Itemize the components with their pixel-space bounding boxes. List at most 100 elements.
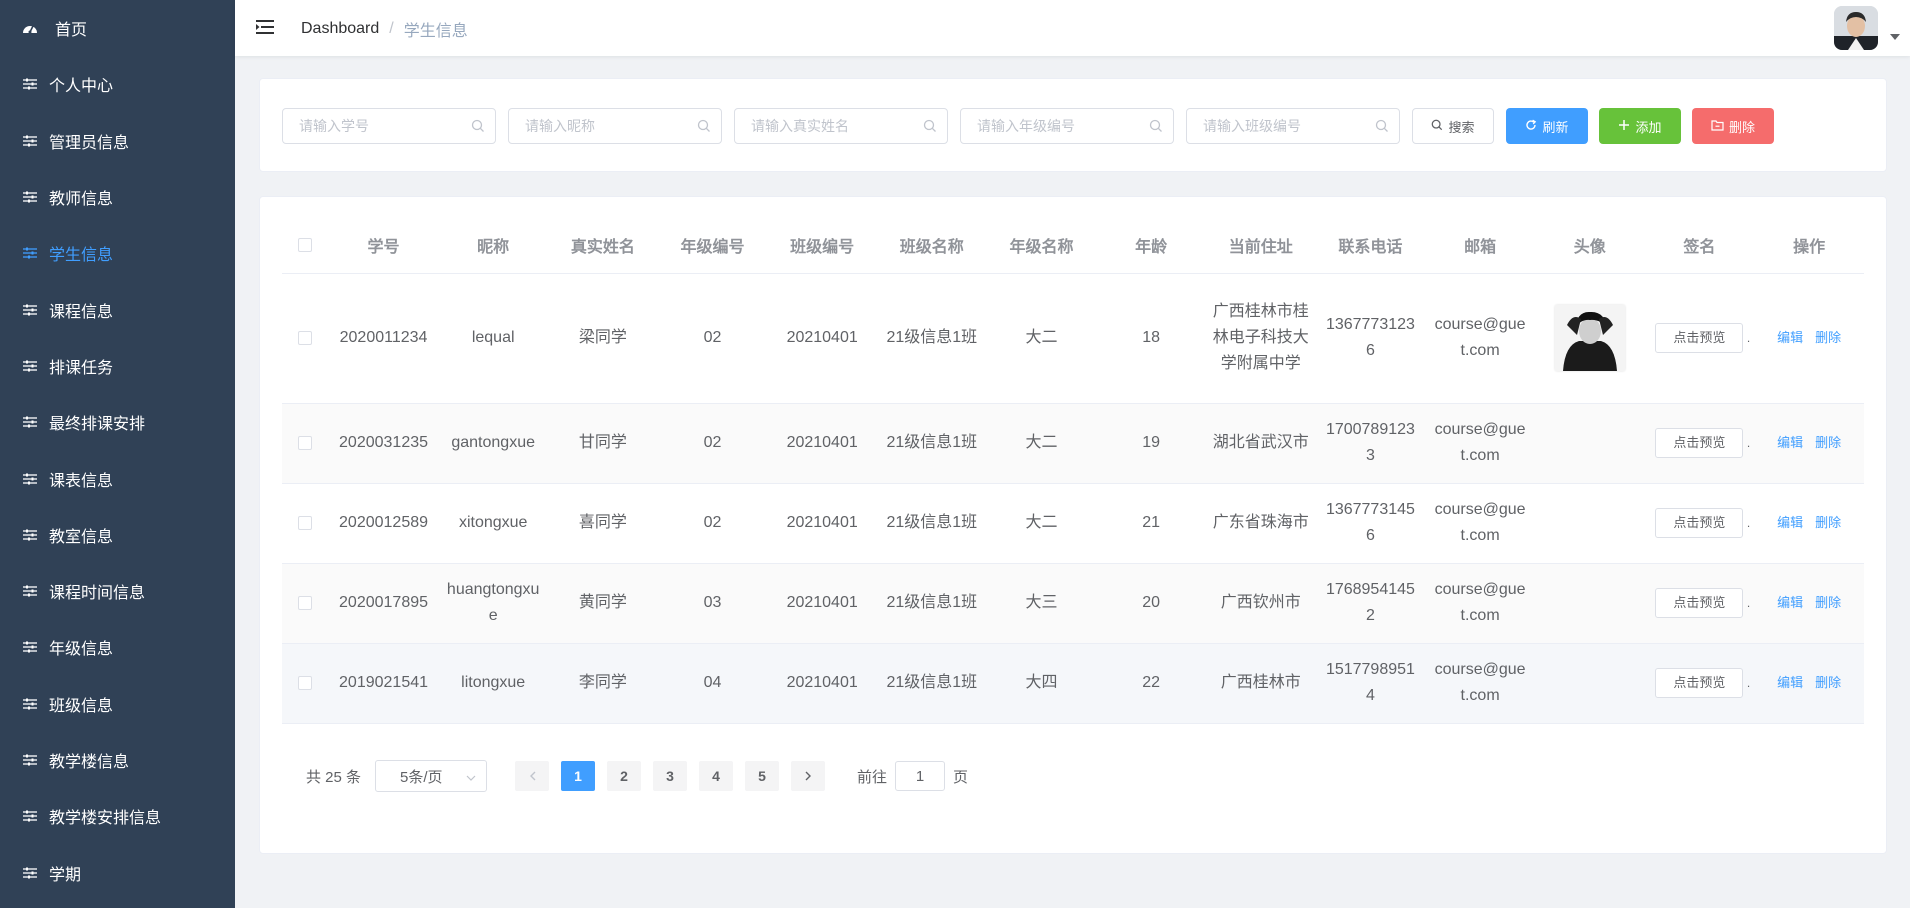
page-size-value: 5条/页 <box>400 768 443 786</box>
sidebar-item[interactable]: 学生信息 <box>0 225 235 281</box>
pagination: 共 25 条 5条/页 1 2 3 4 5 前往 1 页 <box>306 760 968 792</box>
page-button-5[interactable]: 5 <box>745 761 780 791</box>
avatar[interactable] <box>1834 6 1878 50</box>
address-cell: 广西桂林市桂林电子科技大学附属中学 <box>1205 273 1316 404</box>
user-menu[interactable] <box>1834 6 1900 50</box>
preview-signature-button[interactable]: 点击预览 <box>1655 668 1744 698</box>
edit-link[interactable]: 编辑 <box>1777 435 1803 450</box>
sidebar-item[interactable]: 课程信息 <box>0 281 235 337</box>
preview-signature-button[interactable]: 点击预览 <box>1655 508 1744 538</box>
page-button-1[interactable]: 1 <box>561 761 596 791</box>
sidebar-item-label: 个人中心 <box>49 78 114 96</box>
next-page-button[interactable] <box>791 761 826 791</box>
sidebar-item[interactable]: 学期 <box>0 844 235 900</box>
row-checkbox[interactable] <box>298 595 313 610</box>
search-icon <box>697 119 711 136</box>
signature-dot: . <box>1746 596 1751 610</box>
edit-link[interactable]: 编辑 <box>1777 330 1803 345</box>
sliders-icon <box>22 809 38 823</box>
email-cell: course@guet.com <box>1425 403 1535 484</box>
row-checkbox[interactable] <box>298 330 313 345</box>
col-actions: 操作 <box>1754 217 1864 274</box>
chevron-down-icon <box>466 768 476 785</box>
avatar-cell <box>1534 483 1645 564</box>
grade-name-cell: 大四 <box>986 643 1097 724</box>
avatar-cell <box>1534 273 1645 404</box>
caret-down-icon[interactable] <box>1890 34 1900 40</box>
grade-name-cell: 大二 <box>986 483 1097 564</box>
preview-signature-button[interactable]: 点击预览 <box>1655 428 1744 458</box>
delete-link[interactable]: 删除 <box>1815 595 1841 610</box>
sliders-icon <box>22 77 38 91</box>
student-no-cell: 2020031235 <box>328 403 439 484</box>
edit-link[interactable]: 编辑 <box>1777 675 1803 690</box>
col-age: 年龄 <box>1096 217 1206 274</box>
select-all-checkbox[interactable] <box>298 237 313 252</box>
grade-no-search-input[interactable]: 请输入年级编号 <box>960 108 1174 144</box>
sidebar-item-label: 教学楼安排信息 <box>49 810 162 828</box>
delete-link[interactable]: 删除 <box>1815 330 1841 345</box>
goto-page-input[interactable]: 1 <box>895 761 946 791</box>
delete-link[interactable]: 删除 <box>1815 515 1841 530</box>
class-no-search-input[interactable]: 请输入班级编号 <box>1186 108 1400 144</box>
col-student-no: 学号 <box>328 217 439 274</box>
address-cell: 广东省珠海市 <box>1205 483 1316 564</box>
student-avatar-image[interactable] <box>1554 305 1625 371</box>
sidebar-item[interactable]: 课表信息 <box>0 450 235 506</box>
age-cell: 21 <box>1096 483 1206 564</box>
student-no-placeholder: 请输入学号 <box>299 118 369 134</box>
student-no-search-input[interactable]: 请输入学号 <box>282 108 496 144</box>
prev-page-button[interactable] <box>515 761 550 791</box>
page-button-3[interactable]: 3 <box>653 761 688 791</box>
nickname-search-input[interactable]: 请输入昵称 <box>508 108 722 144</box>
class-name-cell: 21级信息1班 <box>876 273 987 404</box>
sidebar-item[interactable]: 课程时间信息 <box>0 563 235 619</box>
refresh-icon <box>1525 119 1537 134</box>
sidebar-item[interactable]: 教学楼信息 <box>0 732 235 788</box>
realname-search-input[interactable]: 请输入真实姓名 <box>734 108 948 144</box>
sidebar-item[interactable]: 首页 <box>0 0 235 56</box>
table-row: 2020012589 xitongxue 喜同学 02 20210401 21级信息1班大… <box>282 483 1864 564</box>
row-checkbox[interactable] <box>298 515 313 530</box>
grade-name-cell: 大二 <box>986 273 1097 404</box>
delete-link[interactable]: 删除 <box>1815 435 1841 450</box>
edit-link[interactable]: 编辑 <box>1777 595 1803 610</box>
search-icon <box>471 119 485 136</box>
actions-cell: 编辑 删除 <box>1754 403 1864 484</box>
signature-cell: 点击预览. <box>1644 643 1755 724</box>
sidebar-item[interactable]: 班级信息 <box>0 676 235 732</box>
preview-signature-button[interactable]: 点击预览 <box>1655 323 1744 353</box>
sidebar-item[interactable]: 排课任务 <box>0 338 235 394</box>
sliders-icon <box>22 640 38 654</box>
edit-link[interactable]: 编辑 <box>1777 515 1803 530</box>
page-jumper: 前往 1 页 <box>857 761 968 791</box>
breadcrumb-home[interactable]: Dashboard <box>301 20 379 38</box>
sliders-icon <box>22 697 38 711</box>
col-email: 邮箱 <box>1425 217 1535 274</box>
page-button-4[interactable]: 4 <box>699 761 734 791</box>
page-size-select[interactable]: 5条/页 <box>375 760 488 792</box>
search-button[interactable]: 搜索 <box>1412 108 1494 144</box>
sidebar-item[interactable]: 管理员信息 <box>0 113 235 169</box>
sidebar-item[interactable]: 教学楼安排信息 <box>0 788 235 844</box>
sidebar-item[interactable]: 年级信息 <box>0 619 235 675</box>
nickname-cell: huangtongxue <box>438 563 549 644</box>
real-name-cell: 梁同学 <box>548 273 658 404</box>
row-checkbox[interactable] <box>298 435 313 450</box>
sidebar-item[interactable]: 教室信息 <box>0 507 235 563</box>
sidebar-item[interactable]: 个人中心 <box>0 56 235 112</box>
delete-link[interactable]: 删除 <box>1815 675 1841 690</box>
sidebar-item[interactable]: 最终排课安排 <box>0 394 235 450</box>
add-button[interactable]: 添加 <box>1599 108 1681 144</box>
refresh-button[interactable]: 刷新 <box>1506 108 1588 144</box>
real-name-cell: 喜同学 <box>548 483 658 564</box>
sidebar-item[interactable]: 教师信息 <box>0 169 235 225</box>
page-button-2[interactable]: 2 <box>607 761 642 791</box>
hamburger-icon[interactable] <box>255 17 275 37</box>
row-checkbox[interactable] <box>298 675 313 690</box>
batch-delete-button[interactable]: 删除 <box>1692 108 1774 144</box>
grade-name-cell: 大二 <box>986 403 1097 484</box>
preview-signature-button[interactable]: 点击预览 <box>1655 588 1744 618</box>
student-no-cell: 2020011234 <box>328 273 439 404</box>
class-no-cell: 20210401 <box>767 643 877 724</box>
